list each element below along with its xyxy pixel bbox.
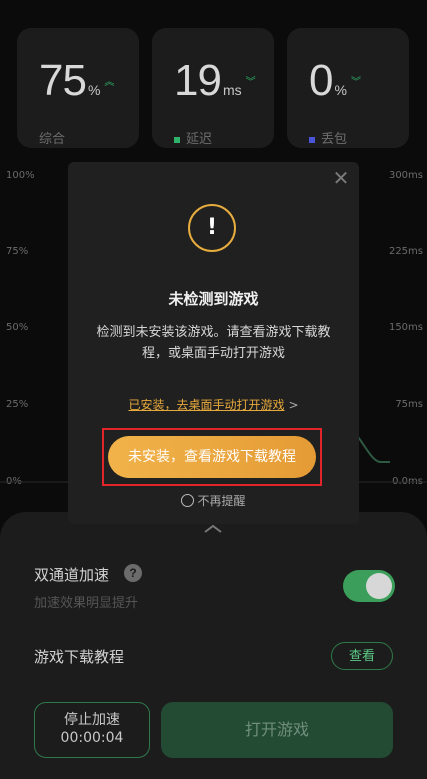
chevron-up-icon[interactable] [203,524,223,534]
view-download-tutorial-button[interactable]: 未安装，查看游戏下载教程 [108,436,316,478]
stop-button-label: 停止加速 [64,712,120,728]
dual-channel-title: 双通道加速 [34,566,110,584]
open-game-button[interactable]: 打开游戏 [161,702,393,758]
view-tutorial-button[interactable]: 查看 [331,642,393,670]
game-not-detected-dialog: ✕ ! 未检测到游戏 检测到未安装该游戏。请查看游戏下载教程，或桌面手动打开游戏… [68,162,359,524]
acceleration-timer: 00:00:04 [60,730,124,746]
installed-open-desktop-link[interactable]: 已安装，去桌面手动打开游戏 > [68,396,359,413]
dialog-title: 未检测到游戏 [168,290,259,308]
help-icon[interactable]: ? [124,564,142,582]
chevron-right-icon: > [288,398,299,412]
close-icon[interactable]: ✕ [331,168,351,188]
warning-icon: ! [188,204,236,252]
bottom-sheet: 双通道加速 ? 加速效果明显提升 游戏下载教程 查看 停止加速 00:00:04… [0,512,427,779]
download-tutorial-title: 游戏下载教程 [34,648,125,666]
dialog-message: 检测到未安装该游戏。请查看游戏下载教程，或桌面手动打开游戏 [96,325,331,361]
dont-remind-option[interactable]: 不再提醒 [68,492,359,509]
radio-icon[interactable] [181,494,195,507]
dual-channel-subtitle: 加速效果明显提升 [34,596,139,611]
dual-channel-toggle[interactable] [343,570,395,602]
stop-acceleration-button[interactable]: 停止加速 00:00:04 [34,702,150,758]
toggle-knob [366,573,392,599]
